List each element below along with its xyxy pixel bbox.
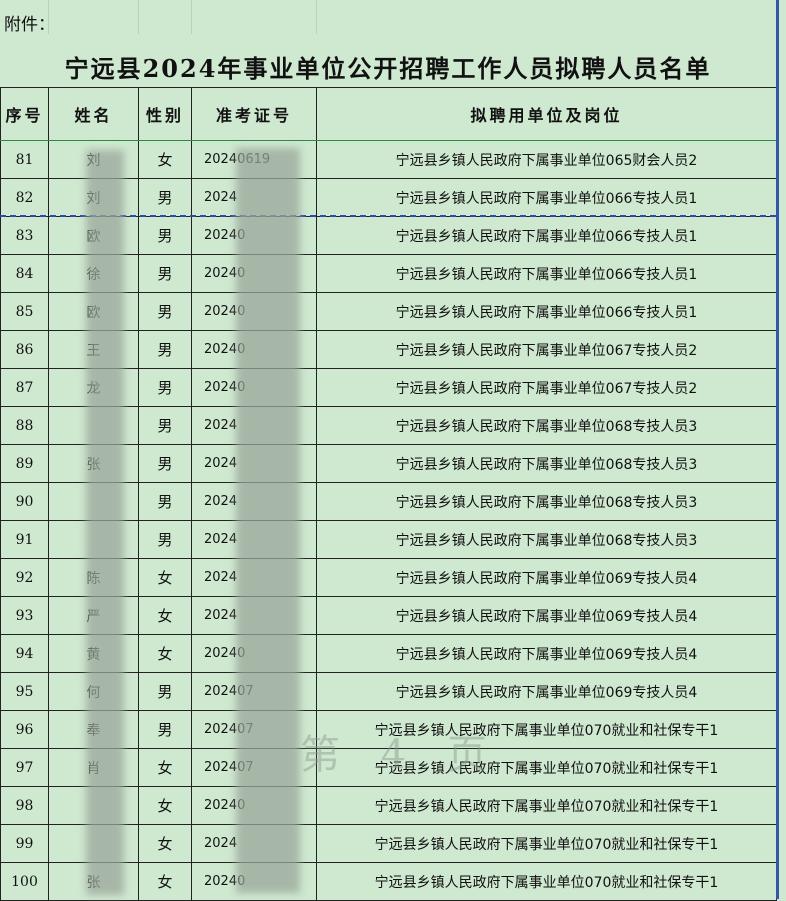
gender-cell: 男 <box>138 444 192 483</box>
row-number-cell: 94 <box>0 634 49 673</box>
gender-cell: 男 <box>138 406 192 445</box>
row-number-cell: 83 <box>0 216 49 255</box>
row-number-cell: 98 <box>0 786 49 825</box>
unit-position-cell: 宁远县乡镇人民政府下属事业单位067专技人员2 <box>316 330 777 369</box>
column-gridline <box>191 0 192 34</box>
gender-cell: 女 <box>138 634 192 673</box>
row-number-cell: 93 <box>0 596 49 635</box>
column-gridline <box>316 0 317 34</box>
selection-line <box>0 140 776 141</box>
gender-cell: 女 <box>138 824 192 863</box>
unit-position-cell: 宁远县乡镇人民政府下属事业单位065财会人员2 <box>316 140 777 179</box>
page-watermark: 第 4 页 <box>300 732 501 778</box>
row-number-cell: 99 <box>0 824 49 863</box>
gender-cell: 女 <box>138 862 192 901</box>
document-title: 宁远县2024年事业单位公开招聘工作人员拟聘人员名单 <box>64 54 712 83</box>
unit-position-cell: 宁远县乡镇人民政府下属事业单位068专技人员3 <box>316 444 777 483</box>
unit-position-cell: 宁远县乡镇人民政府下属事业单位068专技人员3 <box>316 482 777 521</box>
row-number-cell: 86 <box>0 330 49 369</box>
unit-position-cell: 宁远县乡镇人民政府下属事业单位066专技人员1 <box>316 254 777 293</box>
unit-position-cell: 宁远县乡镇人民政府下属事业单位070就业和社保专干1 <box>316 862 777 901</box>
gender-cell: 男 <box>138 178 192 217</box>
unit-position-cell: 宁远县乡镇人民政府下属事业单位066专技人员1 <box>316 216 777 255</box>
gender-cell: 男 <box>138 482 192 521</box>
name-redaction-mosaic <box>86 150 124 895</box>
unit-position-cell: 宁远县乡镇人民政府下属事业单位069专技人员4 <box>316 672 777 711</box>
unit-position-cell: 宁远县乡镇人民政府下属事业单位068专技人员3 <box>316 406 777 445</box>
header-unit-position: 拟聘用单位及岗位 <box>316 87 777 141</box>
gender-cell: 男 <box>138 292 192 331</box>
spreadsheet-page: 附件： 宁远县2024年事业单位公开招聘工作人员拟聘人员名单 序号 姓名 性别 … <box>0 0 786 901</box>
row-number-cell: 88 <box>0 406 49 445</box>
row-number-cell: 89 <box>0 444 49 483</box>
header-gender: 性别 <box>138 87 192 141</box>
header-name: 姓名 <box>48 87 139 141</box>
row-number-cell: 92 <box>0 558 49 597</box>
unit-position-cell: 宁远县乡镇人民政府下属事业单位069专技人员4 <box>316 558 777 597</box>
gender-cell: 女 <box>138 786 192 825</box>
gender-cell: 女 <box>138 140 192 179</box>
header-number: 序号 <box>0 87 49 141</box>
row-number-cell: 96 <box>0 710 49 749</box>
gender-cell: 男 <box>138 254 192 293</box>
exam-id-redaction-mosaic <box>236 148 300 893</box>
row-number-cell: 81 <box>0 140 49 179</box>
header-row: 序号 姓名 性别 准考证号 拟聘用单位及岗位 <box>0 87 777 141</box>
gender-cell: 男 <box>138 216 192 255</box>
row-number-cell: 97 <box>0 748 49 787</box>
unit-position-cell: 宁远县乡镇人民政府下属事业单位068专技人员3 <box>316 520 777 559</box>
gender-cell: 女 <box>138 748 192 787</box>
row-number-cell: 87 <box>0 368 49 407</box>
gender-cell: 男 <box>138 330 192 369</box>
column-gridline <box>138 0 139 34</box>
gender-cell: 男 <box>138 710 192 749</box>
row-number-cell: 100 <box>0 862 49 901</box>
unit-position-cell: 宁远县乡镇人民政府下属事业单位069专技人员4 <box>316 634 777 673</box>
unit-position-cell: 宁远县乡镇人民政府下属事业单位066专技人员1 <box>316 292 777 331</box>
sheet-right-edge <box>776 0 779 899</box>
unit-position-cell: 宁远县乡镇人民政府下属事业单位070就业和社保专干1 <box>316 786 777 825</box>
row-number-cell: 95 <box>0 672 49 711</box>
row-number-cell: 82 <box>0 178 49 217</box>
row-number-cell: 91 <box>0 520 49 559</box>
unit-position-cell: 宁远县乡镇人民政府下属事业单位070就业和社保专干1 <box>316 824 777 863</box>
row-number-cell: 85 <box>0 292 49 331</box>
gender-cell: 女 <box>138 596 192 635</box>
header-exam-id: 准考证号 <box>191 87 317 141</box>
gender-cell: 女 <box>138 558 192 597</box>
gender-cell: 男 <box>138 672 192 711</box>
unit-position-cell: 宁远县乡镇人民政府下属事业单位069专技人员4 <box>316 596 777 635</box>
unit-position-cell: 宁远县乡镇人民政府下属事业单位067专技人员2 <box>316 368 777 407</box>
gender-cell: 男 <box>138 520 192 559</box>
attachment-label: 附件： <box>4 15 55 35</box>
row-number-cell: 84 <box>0 254 49 293</box>
row-number-cell: 90 <box>0 482 49 521</box>
gender-cell: 男 <box>138 368 192 407</box>
title-row: 宁远县2024年事业单位公开招聘工作人员拟聘人员名单 <box>0 43 776 88</box>
unit-position-cell: 宁远县乡镇人民政府下属事业单位066专技人员1 <box>316 178 777 217</box>
